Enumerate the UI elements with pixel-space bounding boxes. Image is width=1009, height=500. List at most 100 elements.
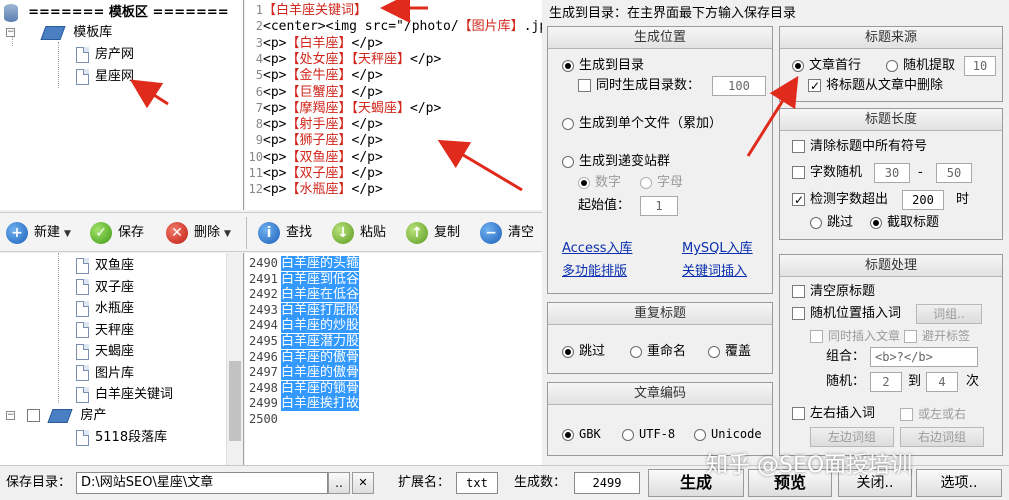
list-item[interactable]: 2498 白羊座的锁骨 xyxy=(249,380,360,397)
keyword-insert-link[interactable]: 关键词插入 xyxy=(682,260,747,279)
start-value-input[interactable]: 1 xyxy=(640,196,678,216)
clear-original-checkbox[interactable]: 清空原标题 xyxy=(792,283,875,301)
to-single-file-radio[interactable]: 生成到单个文件（累加） xyxy=(562,115,722,133)
list-item[interactable]: 2499 白羊座挨打故 xyxy=(249,395,360,412)
paste-button[interactable]: ↓ 粘贴 xyxy=(332,219,386,247)
ext-input[interactable]: txt xyxy=(456,472,498,494)
exceed-skip-radio[interactable]: 跳过 xyxy=(810,214,853,232)
dir-count-input[interactable]: 100 xyxy=(712,76,766,96)
clear-symbols-checkbox[interactable]: 清除标题中所有符号 xyxy=(792,138,927,156)
code-line[interactable]: 1【白羊座关键词】 xyxy=(245,2,367,19)
browse-button[interactable]: .. xyxy=(328,472,350,494)
remove-title-checkbox[interactable]: 将标题从文章中删除 xyxy=(808,77,943,95)
tree-item-5118[interactable]: 5118段落库 xyxy=(76,427,167,449)
dropdown-caret-icon[interactable]: ▼ xyxy=(64,229,71,239)
mysql-link[interactable]: MySQL入库 xyxy=(682,237,753,256)
list-item[interactable]: 2497 白羊座的傲骨 xyxy=(249,364,360,381)
utf8-radio[interactable]: UTF-8 xyxy=(622,425,675,443)
tree-scrollbar[interactable] xyxy=(226,253,243,465)
clear-dir-button[interactable]: ✕ xyxy=(352,472,374,494)
code-line[interactable]: 7<p>【摩羯座】【天蝎座】</p> xyxy=(245,100,442,117)
left-words-button[interactable]: 左边词组 xyxy=(810,427,894,447)
tree-group-fangchan[interactable]: − 房产 xyxy=(6,405,106,427)
avoid-tags-checkbox[interactable]: 避开标签 xyxy=(904,327,970,345)
random-insert-max-input[interactable]: 4 xyxy=(926,372,958,392)
exceed-value-input[interactable]: 200 xyxy=(902,190,944,210)
insert-article-checkbox[interactable]: 同时插入文章 xyxy=(810,327,900,345)
save-dir-input[interactable]: D:\网站SEO\星座\文章 xyxy=(76,472,328,494)
random-extract-input[interactable]: 10 xyxy=(964,56,996,76)
copy-button[interactable]: ↑ 复制 xyxy=(406,219,460,247)
tree-item[interactable]: 双鱼座 xyxy=(76,255,134,277)
list-item[interactable]: 2490 白羊座的头箍 xyxy=(249,255,360,272)
random-count-checkbox[interactable]: 字数随机 xyxy=(792,164,862,182)
clear-button[interactable]: − 清空 xyxy=(480,219,534,247)
count-input[interactable]: 2499 xyxy=(574,472,640,494)
random-min-input[interactable]: 30 xyxy=(874,163,910,183)
options-button[interactable]: 选项.. xyxy=(916,469,1002,497)
group-checkbox[interactable] xyxy=(27,409,41,422)
repeat-skip-radio[interactable]: 跳过 xyxy=(562,343,605,361)
random-insert-min-input[interactable]: 2 xyxy=(870,372,902,392)
right-words-button[interactable]: 右边词组 xyxy=(900,427,984,447)
letter-radio[interactable]: 字母 xyxy=(640,174,683,192)
dropdown-caret-icon[interactable]: ▼ xyxy=(224,229,231,239)
code-line[interactable]: 9<p>【狮子座】</p> xyxy=(245,132,383,149)
template-editor[interactable]: 1【白羊座关键词】 2<center><img src="/photo/【图片库】… xyxy=(245,0,542,210)
gen-dir-count-checkbox[interactable]: 同时生成目录数： xyxy=(578,77,700,95)
to-site-group-radio[interactable]: 生成到递变站群 xyxy=(562,153,670,171)
random-max-input[interactable]: 50 xyxy=(936,163,972,183)
gbk-radio[interactable]: GBK xyxy=(562,425,601,443)
code-line[interactable]: 6<p>【巨蟹座】</p> xyxy=(245,84,383,101)
save-button[interactable]: ✓ 保存 xyxy=(90,219,144,247)
code-line[interactable]: 11<p>【双子座】</p> xyxy=(245,165,383,182)
tree-root[interactable]: ======= 模板区 ======= xyxy=(4,2,229,24)
code-line[interactable]: 10<p>【双鱼座】</p> xyxy=(245,149,383,166)
tree-item[interactable]: 双子座 xyxy=(76,277,134,299)
collapse-icon[interactable]: − xyxy=(6,411,15,420)
code-line[interactable]: 12<p>【水瓶座】</p> xyxy=(245,181,383,198)
tree-library[interactable]: − 模板库 xyxy=(6,22,112,44)
repeat-overwrite-radio[interactable]: 覆盖 xyxy=(708,343,751,361)
tree-item[interactable]: 图片库 xyxy=(76,363,134,385)
list-item[interactable]: 2491 白羊座到低谷 xyxy=(249,271,360,288)
library-tree[interactable]: 双鱼座 双子座 水瓶座 天秤座 天蝎座 图片库 白羊座关键词 − 房产 5118段落库 xyxy=(0,253,244,465)
word-group-button[interactable]: 词组.. xyxy=(916,304,982,324)
multi-layout-link[interactable]: 多功能排版 xyxy=(562,260,627,279)
new-button[interactable]: + 新建 ▼ xyxy=(6,219,71,247)
lr-insert-checkbox[interactable]: 左右插入词 xyxy=(792,405,875,423)
list-item[interactable]: 2492 白羊座在低谷 xyxy=(249,286,360,303)
code-line[interactable]: 5<p>【金牛座】</p> xyxy=(245,67,383,84)
random-extract-radio[interactable]: 随机提取 xyxy=(886,57,955,75)
tree-item[interactable]: 白羊座关键词 xyxy=(76,384,173,406)
access-link[interactable]: Access入库 xyxy=(562,237,633,256)
tree-item[interactable]: 天蝎座 xyxy=(76,341,134,363)
combo-input[interactable]: <b>?</b> xyxy=(870,347,978,367)
tree-item[interactable]: 水瓶座 xyxy=(76,298,134,320)
tree-item[interactable]: 天秤座 xyxy=(76,320,134,342)
list-item[interactable]: 2494 白羊座的炒股 xyxy=(249,317,360,334)
code-line[interactable]: 4<p>【处女座】【天秤座】</p> xyxy=(245,51,442,68)
find-button[interactable]: i 查找 xyxy=(258,219,312,247)
list-item[interactable]: 2500 xyxy=(249,411,281,428)
check-exceed-checkbox[interactable]: 检测字数超出 xyxy=(792,191,888,209)
delete-button[interactable]: ✕ 删除 ▼ xyxy=(166,219,231,247)
tree-item-xingzuo[interactable]: 星座网 xyxy=(76,66,134,88)
template-tree[interactable]: ======= 模板区 ======= − 模板库 房产网 星座网 xyxy=(0,0,244,210)
exceed-truncate-radio[interactable]: 截取标题 xyxy=(870,214,939,232)
list-item[interactable]: 2495 白羊座潜力股 xyxy=(249,333,360,350)
list-item[interactable]: 2493 白羊座打屁股 xyxy=(249,302,360,319)
left-or-right-checkbox[interactable]: 或左或右 xyxy=(900,405,966,423)
collapse-icon[interactable]: − xyxy=(6,28,15,37)
tree-item-fangchan[interactable]: 房产网 xyxy=(76,44,134,66)
digit-radio[interactable]: 数字 xyxy=(578,174,621,192)
code-line[interactable]: 2<center><img src="/photo/【图片库】.jp xyxy=(245,18,542,35)
code-line[interactable]: 8<p>【射手座】</p> xyxy=(245,116,383,133)
repeat-rename-radio[interactable]: 重命名 xyxy=(630,343,686,361)
first-line-radio[interactable]: 文章首行 xyxy=(792,57,861,75)
to-dir-radio[interactable]: 生成到目录 xyxy=(562,57,644,75)
list-item[interactable]: 2496 白羊座的傲骨 xyxy=(249,349,360,366)
code-line[interactable]: 3<p>【白羊座】</p> xyxy=(245,35,383,52)
random-insert-checkbox[interactable]: 随机位置插入词 xyxy=(792,305,901,323)
unicode-radio[interactable]: Unicode xyxy=(694,425,762,443)
